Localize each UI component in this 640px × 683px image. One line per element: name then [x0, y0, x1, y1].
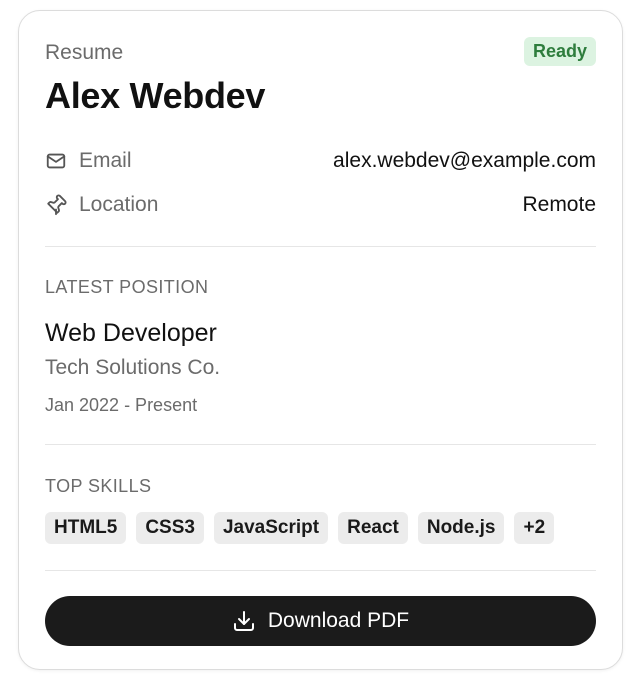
candidate-name: Alex Webdev	[45, 75, 266, 116]
skill-chip: JavaScript	[213, 512, 329, 544]
latest-position-title: LATEST POSITION	[45, 277, 209, 297]
divider	[45, 246, 596, 247]
more-skills-chip[interactable]: +2	[514, 512, 555, 544]
location-row: Location Remote	[45, 190, 596, 220]
divider	[45, 570, 596, 571]
resume-card-content: Resume Ready Alex Webdev Email alex.webd…	[45, 11, 596, 669]
location-label: Location	[79, 193, 159, 216]
top-skills-title: TOP SKILLS	[45, 476, 152, 496]
email-label-group: Email	[45, 149, 132, 173]
pin-icon	[45, 194, 67, 216]
position-dates: Jan 2022 - Present	[45, 395, 198, 415]
job-title: Web Developer	[45, 319, 217, 347]
resume-label: Resume	[45, 41, 124, 64]
email-value[interactable]: alex.webdev@example.com	[333, 149, 596, 173]
location-value: Remote	[522, 193, 596, 216]
skills-list: HTML5 CSS3 JavaScript React Node.js +2	[45, 512, 555, 544]
download-pdf-label: Download PDF	[267, 609, 410, 632]
skill-chip: Node.js	[417, 512, 505, 544]
download-pdf-button[interactable]: Download PDF	[45, 596, 596, 646]
resume-card: Resume Ready Alex Webdev Email alex.webd…	[18, 10, 623, 670]
email-label: Email	[79, 149, 132, 172]
download-icon	[232, 609, 256, 633]
company-name: Tech Solutions Co.	[45, 356, 221, 379]
divider	[45, 444, 596, 445]
skill-chip: CSS3	[136, 512, 204, 544]
mail-icon	[45, 150, 67, 172]
email-row: Email alex.webdev@example.com	[45, 146, 596, 176]
location-label-group: Location	[45, 193, 158, 217]
skill-chip: HTML5	[45, 512, 127, 544]
skill-chip: React	[338, 512, 408, 544]
status-badge: Ready	[523, 37, 596, 66]
